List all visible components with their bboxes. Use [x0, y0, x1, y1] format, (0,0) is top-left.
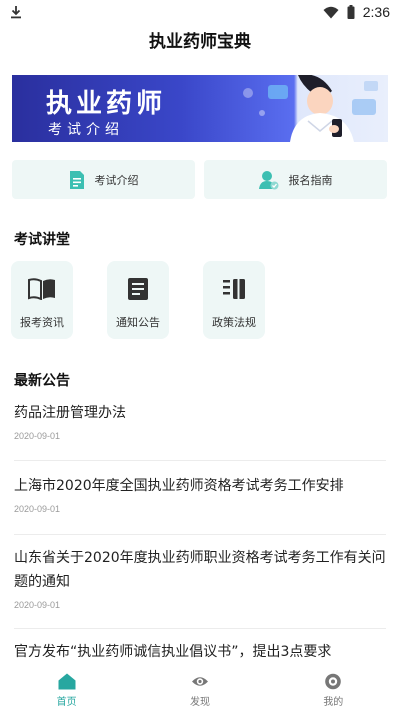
eye-icon	[191, 677, 208, 686]
notice-title: 药品注册管理办法	[14, 405, 126, 421]
nav-item-mine[interactable]: 我的	[267, 665, 400, 711]
status-time: 2:36	[362, 4, 390, 20]
tile-label: 政策法规	[212, 316, 256, 329]
section-title-lectures: 考试讲堂	[14, 232, 70, 248]
status-left	[10, 5, 22, 19]
list-item[interactable]: 上海市2020年度全国执业药师资格考试考务工作安排 2020-09-01	[14, 474, 388, 514]
divider	[14, 534, 386, 535]
section-title-notices: 最新公告	[14, 373, 70, 389]
quick-link-label: 考试介绍	[94, 173, 139, 187]
nav-item-home[interactable]: 首页	[0, 665, 133, 711]
download-icon	[11, 6, 21, 19]
app-header: 执业药师宝典	[0, 24, 400, 54]
notice-date: 2020-09-01	[14, 600, 61, 610]
status-bar: 2:36	[0, 0, 400, 24]
notice-icon-wrap	[127, 277, 149, 301]
document-icon	[69, 170, 84, 189]
quick-link-label: 报名指南	[288, 173, 333, 187]
quick-link-exam-intro[interactable]: 考试介绍	[12, 160, 195, 199]
book-icon	[28, 278, 55, 300]
policy-icon	[223, 279, 245, 299]
battery-icon	[347, 5, 355, 19]
banner-illustration-icon	[243, 75, 378, 142]
nav-label: 我的	[323, 697, 344, 708]
banner[interactable]: 执业药师 考试介绍	[12, 75, 388, 142]
wifi-icon	[323, 6, 339, 18]
page-title: 执业药师宝典	[149, 31, 251, 52]
banner-subtitle: 考试介绍	[48, 122, 124, 138]
tile-label: 报考资讯	[20, 316, 64, 329]
profile-icon	[325, 673, 342, 690]
notice-title: 官方发布“执业药师诚信执业倡议书”，提出3点要求	[14, 644, 332, 660]
tile-label: 通知公告	[116, 316, 160, 329]
nav-label: 首页	[56, 697, 77, 708]
tile-policy[interactable]: 政策法规	[203, 261, 265, 339]
notice-date: 2020-09-01	[14, 504, 61, 514]
notice-icon	[128, 278, 148, 300]
divider	[14, 460, 386, 461]
bottom-nav: 首页 发现 我的	[0, 665, 400, 711]
tile-exam-info[interactable]: 报考资讯	[11, 261, 73, 339]
list-item[interactable]: 山东省关于2020年度执业药师职业资格考试考务工作有关问题的通知 2020-09…	[14, 546, 388, 610]
user-check-icon	[258, 170, 278, 189]
status-right: 2:36	[323, 4, 390, 20]
list-item[interactable]: 药品注册管理办法 2020-09-01	[14, 401, 388, 441]
list-item[interactable]: 官方发布“执业药师诚信执业倡议书”，提出3点要求	[14, 640, 388, 664]
tile-notices[interactable]: 通知公告	[107, 261, 169, 339]
notice-title: 山东省关于2020年度执业药师职业资格考试考务工作有关问题的通知	[14, 550, 386, 590]
nav-label: 发现	[189, 697, 210, 708]
book-icon-wrap	[28, 277, 56, 301]
quick-link-registration-guide[interactable]: 报名指南	[204, 160, 387, 199]
divider	[14, 628, 386, 629]
policy-icon-wrap	[222, 277, 246, 301]
home-icon	[58, 673, 76, 690]
notice-date: 2020-09-01	[14, 431, 61, 441]
nav-item-discover[interactable]: 发现	[133, 665, 266, 711]
banner-title: 执业药师	[46, 89, 167, 119]
notice-title: 上海市2020年度全国执业药师资格考试考务工作安排	[14, 478, 344, 494]
